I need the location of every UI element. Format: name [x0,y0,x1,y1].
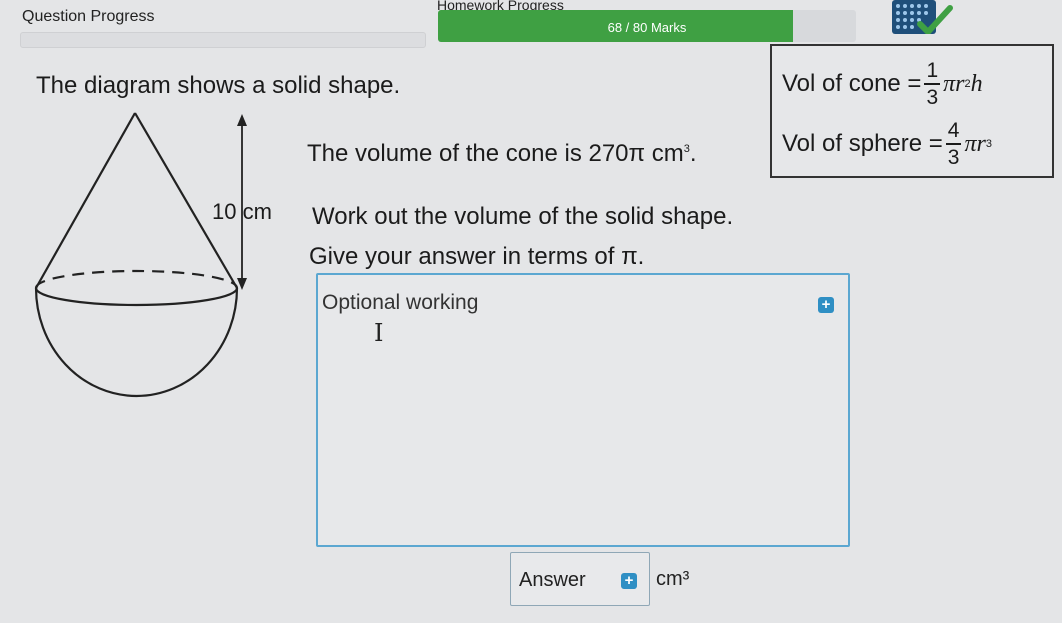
cone-volume-text: The volume of the cone is 270π cm [307,140,684,167]
cone-fraction-denominator: 3 [926,86,939,109]
task-line-1: Work out the volume of the solid shape. [312,203,734,230]
homework-progress-bar: 68 / 80 Marks [438,10,856,42]
height-label: 10 cm [212,199,272,224]
cone-fraction-numerator: 1 [924,60,941,85]
cone-formula-pi: π [943,70,956,97]
cone-volume-statement: The volume of the cone is 270π cm3. [307,140,697,168]
base-ellipse-back [34,269,239,289]
cone-formula-prefix: Vol of cone = [782,70,922,97]
progress-badge-icon [892,0,953,34]
sphere-formula-fraction: 4 3 [945,120,962,169]
question-progress-bar [20,32,426,48]
cone-formula-fraction: 1 3 [924,60,941,109]
sphere-formula-r: r [976,130,986,157]
answer-unit: cm³ [656,568,690,590]
cone-volume-formula: Vol of cone = 1 3 πr2h [782,60,983,108]
answer-input[interactable]: Answer + [510,552,650,606]
formula-box: Vol of cone = 1 3 πr2h Vol of sphere = 4… [770,44,1054,178]
optional-working-label: Optional working [322,291,479,314]
cone-volume-end: . [689,140,697,167]
sphere-fraction-numerator: 4 [945,120,962,145]
marks-text: 68 / 80 Marks [607,20,687,35]
sphere-formula-prefix: Vol of sphere = [782,130,943,157]
cone-formula-r: r [955,70,965,97]
optional-working-box[interactable]: Optional working + I [316,273,850,547]
task-line-2: Give your answer in terms of π. [309,243,645,270]
text-cursor-icon: I [374,319,384,347]
cone-left-edge [35,112,136,289]
answer-label: Answer [519,569,586,591]
height-arrow-bottom [237,278,247,290]
sphere-fraction-denominator: 3 [947,146,960,169]
question-progress-label: Question Progress [22,8,155,25]
plus-icon[interactable]: + [818,297,834,313]
base-ellipse-front [34,287,239,307]
question-intro: The diagram shows a solid shape. [36,72,401,99]
sphere-formula-pi: π [964,130,977,157]
height-arrow-top [237,114,247,126]
answer-plus-icon[interactable]: + [621,573,637,589]
sphere-volume-formula: Vol of sphere = 4 3 πr3 [782,120,992,168]
sphere-formula-r-exponent: 3 [985,138,992,150]
solid-shape-diagram: 10 cm [34,112,272,398]
cone-formula-h: h [970,70,983,97]
